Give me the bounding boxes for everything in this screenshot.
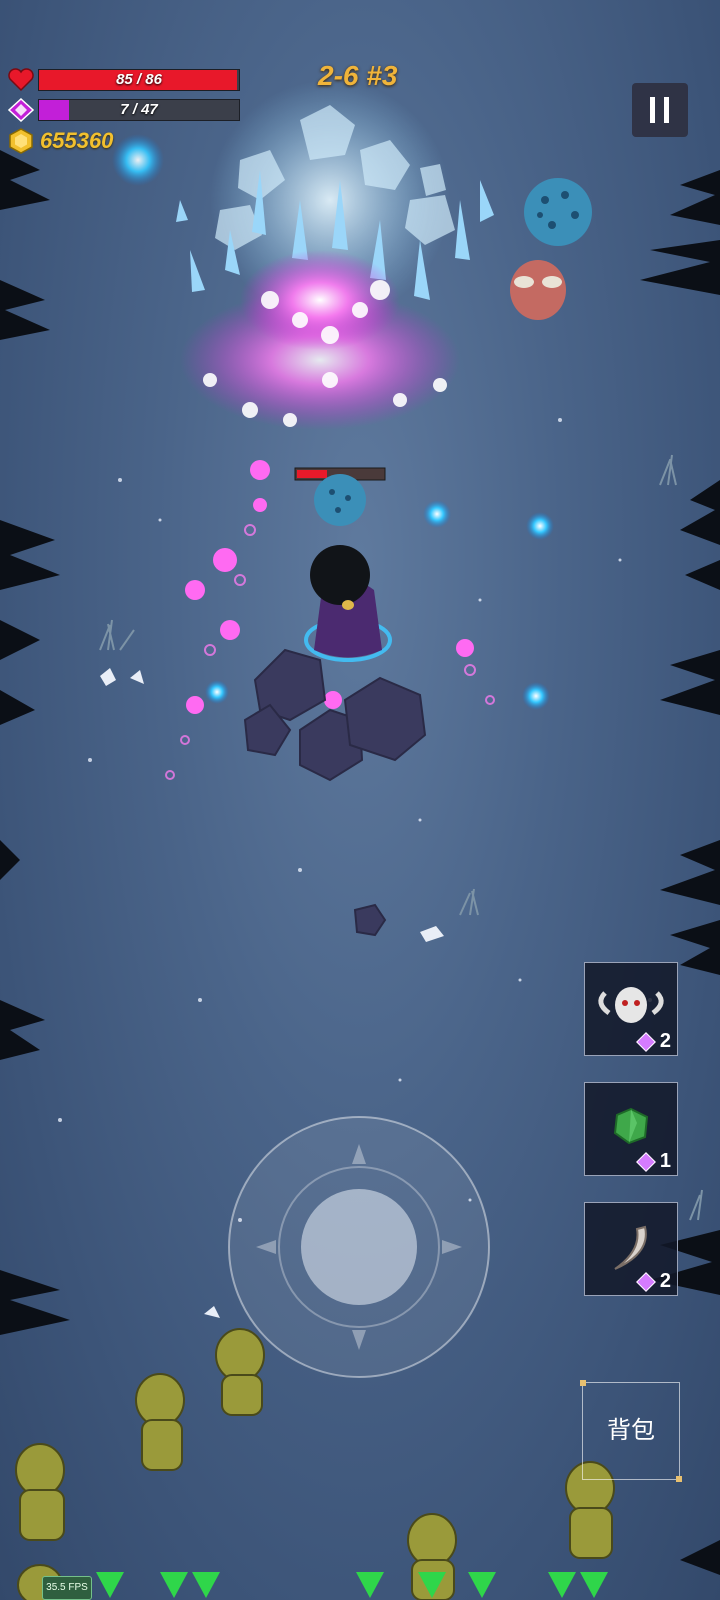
enemy-arrow-icon bbox=[160, 1572, 188, 1598]
hexagon-coin-icon bbox=[9, 128, 33, 154]
item-slot-3[interactable]: 2 bbox=[584, 1202, 678, 1296]
enemy-arrow-icon bbox=[468, 1572, 496, 1598]
heart-icon bbox=[8, 68, 34, 92]
item-count-2: 1 bbox=[659, 1150, 671, 1172]
pause-icon bbox=[650, 97, 655, 123]
player-character bbox=[304, 545, 392, 662]
health-bar: 85 / 86 bbox=[38, 69, 240, 91]
enemy-arrow-icon bbox=[356, 1572, 384, 1598]
mana-row: 7 / 47 bbox=[8, 98, 240, 122]
enemy-arrow-icon bbox=[96, 1572, 124, 1598]
pause-button[interactable] bbox=[632, 83, 688, 137]
pine-branches-left bbox=[0, 150, 70, 1335]
backpack-button[interactable]: 背包 bbox=[580, 1380, 682, 1482]
gold-amount: 655360 bbox=[40, 128, 114, 153]
diamond-gem-icon bbox=[8, 98, 34, 122]
item-count-3: 2 bbox=[659, 1270, 671, 1292]
stage-label: 2-6 #3 bbox=[318, 60, 398, 91]
enemy-arrow-icon bbox=[192, 1572, 220, 1598]
health-text: 85 / 86 bbox=[116, 71, 162, 88]
enemy-arrow-icon bbox=[418, 1572, 446, 1598]
item-slot-2[interactable]: 1 bbox=[584, 1082, 678, 1176]
virtual-joystick[interactable] bbox=[226, 1114, 492, 1380]
fps-counter: 35.5 FPS bbox=[42, 1576, 92, 1600]
pine-branches-right bbox=[640, 170, 720, 1575]
gold-row: 655360 bbox=[8, 128, 113, 154]
mana-bar: 7 / 47 bbox=[38, 99, 240, 121]
enemy-arrow-icon bbox=[580, 1572, 608, 1598]
enemy-with-healthbar bbox=[294, 467, 386, 526]
item-count-1: 2 bbox=[659, 1030, 671, 1052]
enemy-arrow-icon bbox=[548, 1572, 576, 1598]
joystick-knob[interactable] bbox=[301, 1189, 417, 1305]
enemy-spotted-creature bbox=[510, 178, 592, 320]
mana-text: 7 / 47 bbox=[120, 101, 158, 118]
item-slot-1[interactable]: 2 bbox=[584, 962, 678, 1056]
health-row: 85 / 86 bbox=[8, 68, 240, 92]
